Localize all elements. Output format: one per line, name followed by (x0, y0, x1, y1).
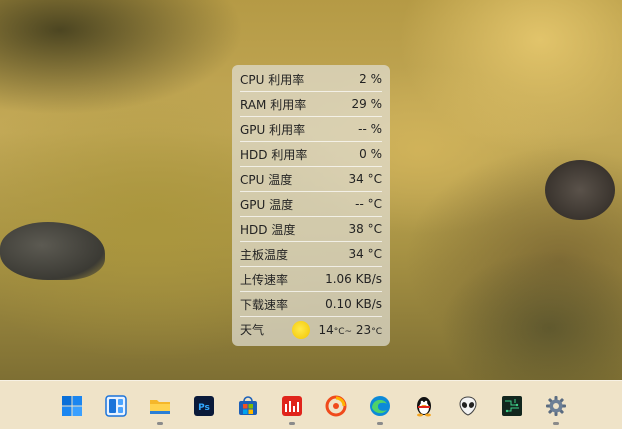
svg-text:Ps: Ps (198, 403, 210, 413)
monitor-label: 上传速率 (240, 272, 289, 287)
monitor-row-hdd-usage: HDD 利用率 0 % (240, 142, 382, 167)
monitor-value: 34 °C (348, 247, 382, 261)
folder-icon (150, 400, 170, 414)
wallpaper-rock (0, 222, 105, 280)
monitor-value: 29 % (351, 97, 383, 111)
monitor-value: -- % (358, 122, 382, 136)
photoshop-button[interactable]: Ps (191, 393, 217, 419)
stock-app-button[interactable] (279, 393, 305, 425)
running-indicator (377, 422, 383, 425)
running-indicator (553, 422, 559, 425)
monitor-row-weather[interactable]: 天气 14°C~ 23°C (240, 317, 382, 342)
system-monitor-widget[interactable]: CPU 利用率 2 % RAM 利用率 29 % GPU 利用率 -- % HD… (232, 65, 390, 346)
monitor-value: 0.10 KB/s (325, 297, 382, 311)
photoshop-icon: Ps (194, 396, 214, 416)
settings-button[interactable] (543, 393, 569, 425)
weather-low-temp: 14 (318, 322, 334, 337)
orange-swirl-icon (325, 395, 347, 417)
monitor-value: 2 % (359, 72, 382, 86)
monitor-label: HDD 温度 (240, 222, 296, 237)
monitor-row-gpu-temp: GPU 温度 -- °C (240, 192, 382, 217)
weather-low-unit: °C~ (333, 326, 353, 337)
file-explorer-button[interactable] (147, 393, 173, 425)
monitor-label: CPU 温度 (240, 172, 293, 187)
monitor-label: GPU 温度 (240, 197, 294, 212)
weather-high-temp: 23 (355, 322, 372, 337)
monitor-app-button[interactable] (499, 393, 525, 419)
monitor-row-hdd-temp: HDD 温度 38 °C (240, 217, 382, 242)
store-button[interactable] (235, 393, 261, 419)
weather-high-unit: °C (371, 326, 382, 337)
stock-chart-icon (282, 396, 302, 416)
wallpaper-grass (440, 250, 622, 380)
widgets-button[interactable] (103, 393, 129, 419)
monitor-row-ram-usage: RAM 利用率 29 % (240, 92, 382, 117)
edge-icon (370, 396, 390, 416)
penguin-icon (417, 397, 431, 417)
edge-button[interactable] (367, 393, 393, 425)
weather-label: 天气 (240, 323, 265, 337)
alien-icon (459, 396, 477, 416)
monitor-label: CPU 利用率 (240, 72, 305, 87)
start-button[interactable] (59, 393, 85, 419)
monitor-row-download-speed: 下载速率 0.10 KB/s (240, 292, 382, 317)
circuit-icon (502, 396, 522, 416)
monitor-label: HDD 利用率 (240, 147, 308, 162)
qq-button[interactable] (411, 393, 437, 419)
monitor-row-board-temp: 主板温度 34 °C (240, 242, 382, 267)
monitor-value: 38 °C (348, 222, 382, 236)
store-icon (239, 396, 257, 415)
monitor-value: 34 °C (348, 172, 382, 186)
sun-icon (292, 320, 311, 339)
monitor-label: 下载速率 (240, 297, 289, 312)
weather-temperature: 14°C~ 23°C (318, 323, 382, 337)
wallpaper-rock (545, 160, 615, 220)
taskbar: Ps (0, 380, 622, 429)
weather-info: 14°C~ 23°C (292, 320, 382, 339)
monitor-label: 主板温度 (240, 247, 289, 262)
monitor-value: -- °C (355, 197, 382, 211)
alien-app-button[interactable] (455, 393, 481, 419)
gear-icon (546, 396, 566, 416)
monitor-row-cpu-temp: CPU 温度 34 °C (240, 167, 382, 192)
monitor-row-upload-speed: 上传速率 1.06 KB/s (240, 267, 382, 292)
running-indicator (289, 422, 295, 425)
running-indicator (157, 422, 163, 425)
widgets-icon (105, 395, 127, 417)
windows-logo-icon (62, 396, 82, 416)
monitor-row-cpu-usage: CPU 利用率 2 % (240, 67, 382, 92)
monitor-label: GPU 利用率 (240, 122, 306, 137)
monitor-row-gpu-usage: GPU 利用率 -- % (240, 117, 382, 142)
app-orange-button[interactable] (323, 393, 349, 419)
monitor-value: 1.06 KB/s (325, 272, 382, 286)
monitor-value: 0 % (359, 147, 382, 161)
monitor-label: RAM 利用率 (240, 97, 307, 112)
